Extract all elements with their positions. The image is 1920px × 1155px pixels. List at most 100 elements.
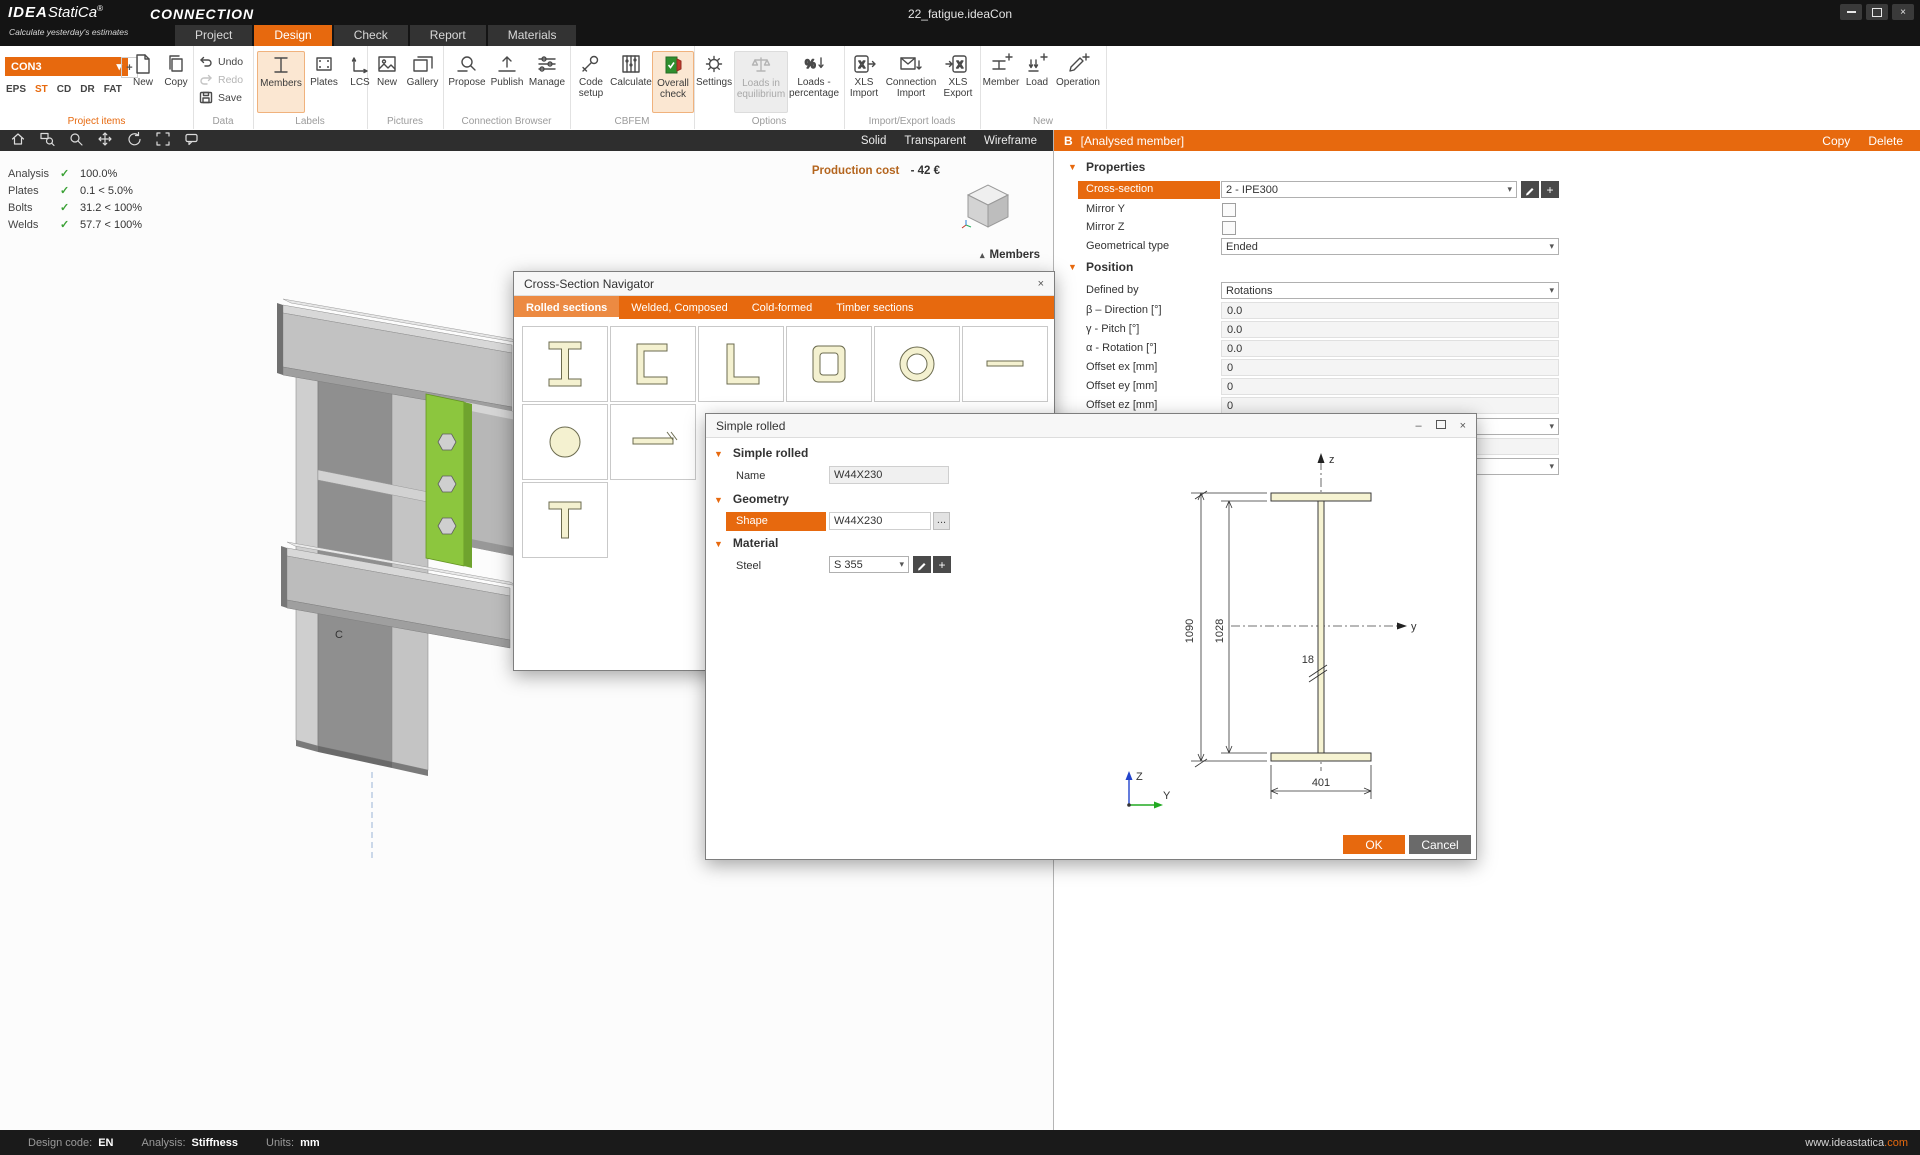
simple-rolled-dialog: Simple rolled – × ▼Simple rolled Name ▼G… xyxy=(705,413,1477,860)
navigator-title-bar[interactable]: Cross-Section Navigator × xyxy=(514,272,1054,296)
section-material[interactable]: ▼ Material xyxy=(714,536,778,550)
panel-delete-button[interactable]: Delete xyxy=(1868,134,1903,148)
minimize-button[interactable] xyxy=(1840,4,1862,20)
panel-copy-button[interactable]: Copy xyxy=(1822,134,1850,148)
project-item-selector[interactable]: CON3 ▾ xyxy=(5,57,128,76)
add-material-button[interactable]: + xyxy=(933,556,951,573)
section-thumbnail-rhs[interactable] xyxy=(786,326,872,402)
beta-field[interactable]: 0.0 xyxy=(1221,302,1559,319)
xls-export-button[interactable]: X XLS Export xyxy=(939,51,977,111)
tab-check[interactable]: Check xyxy=(333,25,408,46)
members-panel-toggle[interactable]: ▴ Members xyxy=(900,249,1040,261)
section-thumbnail-tee[interactable] xyxy=(522,482,608,558)
cross-section-dropdown[interactable]: 2 - IPE300 ▾ xyxy=(1221,181,1517,198)
tab-timber-sections[interactable]: Timber sections xyxy=(824,296,925,319)
edit-cross-section-button[interactable] xyxy=(1521,181,1539,198)
maximize-button[interactable] xyxy=(1866,4,1888,20)
offset-ez-field[interactable]: 0 xyxy=(1221,397,1559,414)
section-thumbnail-angle[interactable] xyxy=(698,326,784,402)
tab-cold-formed[interactable]: Cold-formed xyxy=(740,296,825,319)
pan-icon[interactable] xyxy=(97,131,113,150)
tab-welded-composed[interactable]: Welded, Composed xyxy=(619,296,739,319)
zoom-icon[interactable] xyxy=(68,131,84,150)
shape-row-selected[interactable]: Shape xyxy=(726,512,826,531)
close-icon[interactable]: × xyxy=(1038,278,1044,290)
display-mode-solid[interactable]: Solid xyxy=(861,135,887,147)
tab-design[interactable]: Design xyxy=(254,25,332,46)
display-mode-transparent[interactable]: Transparent xyxy=(904,135,966,147)
section-thumbnail-plate[interactable] xyxy=(610,404,696,480)
shape-input[interactable] xyxy=(829,512,931,530)
offset-ex-field[interactable]: 0 xyxy=(1221,359,1559,376)
dialog-maximize-icon[interactable] xyxy=(1435,419,1446,432)
undo-button[interactable]: Undo xyxy=(199,54,243,69)
fit-view-icon[interactable] xyxy=(155,131,171,150)
offset-ey-field[interactable]: 0 xyxy=(1221,378,1559,395)
manage-button[interactable]: Manage xyxy=(527,51,567,111)
mirror-y-checkbox[interactable] xyxy=(1222,203,1236,217)
tab-report[interactable]: Report xyxy=(409,25,486,46)
defined-by-dropdown[interactable]: Rotations ▾ xyxy=(1221,282,1559,299)
cross-section-label[interactable]: Cross-section xyxy=(1078,181,1220,199)
website-link[interactable]: www.ideastatica.com xyxy=(1805,1137,1908,1149)
new-member-button[interactable]: Member xyxy=(983,51,1019,111)
publish-button[interactable]: Publish xyxy=(488,51,526,111)
overall-check-button[interactable]: Overall check xyxy=(652,51,694,113)
cancel-button[interactable]: Cancel xyxy=(1409,835,1471,854)
alpha-field[interactable]: 0.0 xyxy=(1221,340,1559,357)
new-item-button[interactable]: New xyxy=(128,51,158,111)
code-setup-button[interactable]: Code setup xyxy=(572,51,610,111)
label-tag-icon[interactable] xyxy=(184,131,202,150)
settings-button[interactable]: Settings xyxy=(696,51,732,111)
add-cross-section-button[interactable]: + xyxy=(1541,181,1559,198)
dialog-close-icon[interactable]: × xyxy=(1460,420,1466,432)
steel-grade-dropdown[interactable]: S 355 ▾ xyxy=(829,556,909,573)
close-button[interactable]: × xyxy=(1892,4,1914,20)
tab-rolled-sections[interactable]: Rolled sections xyxy=(514,296,620,319)
section-thumbnail-round-bar[interactable] xyxy=(522,404,608,480)
mode-dr[interactable]: DR xyxy=(80,84,94,95)
display-mode-wireframe[interactable]: Wireframe xyxy=(984,135,1037,147)
save-button[interactable]: Save xyxy=(199,90,242,105)
section-geometry[interactable]: ▼ Geometry xyxy=(714,492,789,506)
dim-height-inner: 1028 xyxy=(1214,619,1226,643)
labels-plates-button[interactable]: Plates xyxy=(305,51,343,111)
section-thumbnail-channel[interactable] xyxy=(610,326,696,402)
rotate-icon[interactable] xyxy=(126,131,142,150)
mode-cd[interactable]: CD xyxy=(57,84,71,95)
home-view-icon[interactable] xyxy=(10,131,26,150)
connection-import-button[interactable]: Connection Import xyxy=(884,51,938,111)
mode-fat[interactable]: FAT xyxy=(104,84,122,95)
section-thumbnail-flat[interactable] xyxy=(962,326,1048,402)
tab-materials[interactable]: Materials xyxy=(487,25,577,46)
new-operation-button[interactable]: Operation xyxy=(1054,51,1102,111)
dialog-minimize-icon[interactable]: – xyxy=(1415,420,1421,432)
simple-rolled-title-bar[interactable]: Simple rolled – × xyxy=(706,414,1476,438)
geometrical-type-dropdown[interactable]: Ended ▾ xyxy=(1221,238,1559,255)
loads-percentage-button[interactable]: % Loads - percentage xyxy=(787,51,841,111)
new-load-button[interactable]: Load xyxy=(1021,51,1053,111)
zoom-window-icon[interactable] xyxy=(39,131,55,150)
calculate-button[interactable]: Calculate xyxy=(610,51,652,111)
redo-button[interactable]: Redo xyxy=(199,72,243,87)
tab-project[interactable]: Project xyxy=(175,25,253,46)
edit-material-button[interactable] xyxy=(913,556,931,573)
name-input[interactable] xyxy=(829,466,949,484)
picture-new-button[interactable]: New xyxy=(371,51,403,111)
mode-st[interactable]: ST xyxy=(35,84,48,95)
section-thumbnail-chs[interactable] xyxy=(874,326,960,402)
ok-button[interactable]: OK xyxy=(1343,835,1405,854)
copy-item-button[interactable]: Copy xyxy=(161,51,191,111)
section-thumbnail-i[interactable] xyxy=(522,326,608,402)
picture-gallery-button[interactable]: Gallery xyxy=(404,51,441,111)
mode-eps[interactable]: EPS xyxy=(6,84,26,95)
labels-members-button[interactable]: Members xyxy=(257,51,305,113)
propose-button[interactable]: Propose xyxy=(447,51,487,111)
gamma-field[interactable]: 0.0 xyxy=(1221,321,1559,338)
xls-import-button[interactable]: X XLS Import xyxy=(846,51,882,111)
section-simple-rolled[interactable]: ▼ Simple rolled xyxy=(714,446,808,460)
browse-shape-button[interactable]: ... xyxy=(933,512,950,530)
loads-equilibrium-button[interactable]: Loads in equilibrium xyxy=(734,51,788,113)
orientation-cube[interactable] xyxy=(960,179,1016,235)
mirror-z-checkbox[interactable] xyxy=(1222,221,1236,235)
